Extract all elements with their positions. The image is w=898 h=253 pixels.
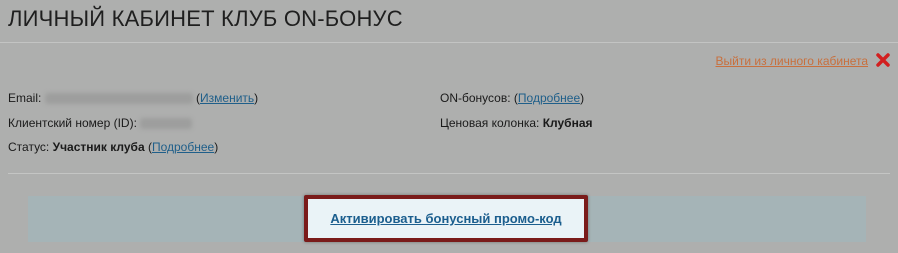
bonuses-row: ON-бонусов: (Подробнее) [440, 91, 585, 105]
client-id-label: Клиентский номер (ID): [8, 116, 137, 130]
status-more-link[interactable]: Подробнее [152, 140, 214, 154]
email-value-redacted [44, 93, 193, 105]
logout-link[interactable]: Выйти из личного кабинета [716, 54, 868, 68]
price-column-value: Клубная [542, 116, 593, 130]
email-row: Email: (Изменить) [8, 91, 259, 105]
close-icon[interactable] [876, 53, 890, 67]
page-title: ЛИЧНЫЙ КАБИНЕТ КЛУБ ON-БОНУС [8, 6, 403, 31]
bonuses-label: ON-бонусов: [440, 91, 511, 105]
status-label: Статус: [8, 140, 50, 154]
status-row: Статус: Участник клуба (Подробнее) [8, 140, 219, 154]
price-column-row: Ценовая колонка: Клубная [440, 116, 593, 130]
client-id-value-redacted [140, 118, 193, 130]
email-label: Email: [8, 91, 42, 105]
status-value: Участник клуба [52, 140, 145, 154]
price-column-label: Ценовая колонка: [440, 116, 540, 130]
title-divider [0, 42, 898, 43]
activate-promo-label[interactable]: Активировать бонусный промо-код [330, 211, 561, 226]
activate-promo-button[interactable]: Активировать бонусный промо-код [304, 195, 588, 242]
bonuses-more-link[interactable]: Подробнее [518, 91, 580, 105]
change-email-link[interactable]: Изменить [200, 91, 254, 105]
client-id-row: Клиентский номер (ID): [8, 116, 193, 130]
section-divider [8, 173, 890, 174]
